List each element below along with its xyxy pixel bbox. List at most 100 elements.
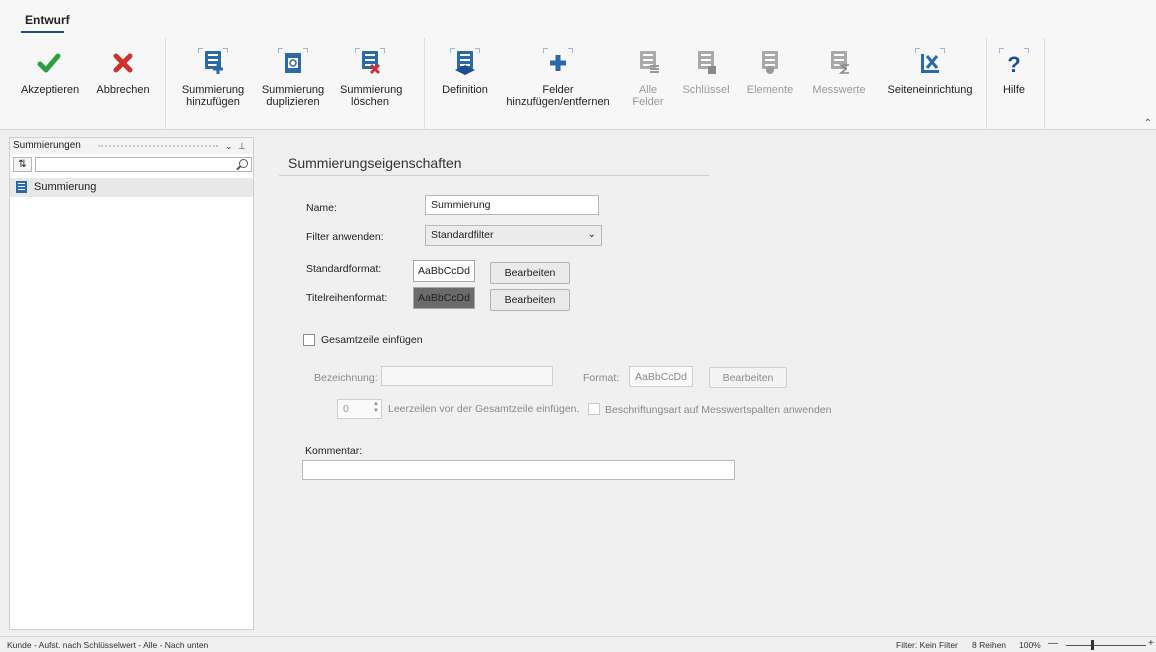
summaries-panel: Summierungen ⌄ ⊥ ⇅ Summierung xyxy=(9,137,254,630)
red-x-icon xyxy=(108,48,138,78)
accept-label: Akzeptieren xyxy=(21,84,80,96)
summary-icon xyxy=(16,181,27,193)
section-divider xyxy=(279,175,709,176)
key-label: Schlüssel xyxy=(682,84,730,96)
zoom-slider[interactable] xyxy=(1066,645,1146,646)
name-value: Summierung xyxy=(431,199,491,211)
name-field[interactable]: Summierung xyxy=(425,195,599,215)
filter-select[interactable]: Standardfilter ⌄ xyxy=(425,225,602,246)
edit-total-format-button[interactable]: Bearbeiten xyxy=(709,367,787,388)
panel-grip[interactable] xyxy=(98,145,218,148)
zoom-in-button[interactable]: + xyxy=(1148,638,1154,649)
key-icon xyxy=(691,48,721,78)
cancel-button[interactable]: Abbrechen xyxy=(95,48,151,96)
title-format-preview: AaBbCcDd xyxy=(413,287,475,309)
all-fields-label-2: Felder xyxy=(632,96,664,108)
add-summary-label-2: hinzufügen xyxy=(186,96,240,108)
elements-label: Elemente xyxy=(746,84,794,96)
key-button[interactable]: Schlüssel xyxy=(680,48,732,96)
status-row-count: 8 Reihen xyxy=(972,640,1007,650)
standard-format-preview: AaBbCcDd xyxy=(413,260,475,282)
blank-rows-value: 0 xyxy=(343,403,349,415)
sort-button[interactable]: ⇅ xyxy=(13,157,32,172)
page-setup-button[interactable]: Seiteneinrichtung xyxy=(880,48,980,96)
plus-icon xyxy=(543,48,573,78)
help-button[interactable]: ? Hilfe xyxy=(996,48,1032,96)
panel-header: Summierungen ⌄ ⊥ xyxy=(10,138,253,154)
edit-standard-format-button[interactable]: Bearbeiten xyxy=(490,262,570,284)
label-type-checkbox[interactable] xyxy=(588,403,600,415)
zoom-slider-thumb[interactable] xyxy=(1091,640,1094,650)
list-item-label: Summierung xyxy=(34,181,97,193)
panel-search-input[interactable] xyxy=(35,157,252,172)
duplicate-summary-button[interactable]: Summierung duplizieren xyxy=(260,48,326,108)
search-icon[interactable] xyxy=(239,159,248,168)
add-summary-button[interactable]: Summierung hinzufügen xyxy=(180,48,246,108)
status-bar: Kunde - Aufst. nach Schlüsselwert - Alle… xyxy=(0,636,1156,652)
help-label: Hilfe xyxy=(1002,84,1025,96)
elements-icon xyxy=(755,48,785,78)
svg-text:?: ? xyxy=(1007,52,1020,77)
label-type-label: Beschriftungsart auf Messwertspalten anw… xyxy=(605,404,832,416)
comment-label: Kommentar: xyxy=(305,445,363,457)
measures-label: Messwerte xyxy=(812,84,866,96)
comment-field[interactable] xyxy=(302,460,735,480)
all-fields-label-1: Alle xyxy=(638,84,658,96)
delete-summary-label-2: löschen xyxy=(351,96,389,108)
fields-label-2: hinzufügen/entfernen xyxy=(506,96,610,108)
accept-button[interactable]: Akzeptieren xyxy=(21,48,80,96)
pin-icon[interactable]: ⊥ xyxy=(238,138,246,154)
fields-add-remove-button[interactable]: Felder hinzufügen/entfernen xyxy=(504,48,612,108)
ribbon-separator xyxy=(424,38,425,130)
add-summary-icon xyxy=(198,48,228,78)
sigma-icon xyxy=(824,48,854,78)
blank-rows-label: Leerzeilen vor der Gesamtzeile einfügen. xyxy=(388,403,580,415)
definition-button[interactable]: Definition xyxy=(437,48,493,96)
ribbon: Entwurf Akzeptieren Abbrechen Summierung… xyxy=(0,0,1156,130)
designation-field[interactable] xyxy=(381,366,553,386)
chevron-down-icon: ⌄ xyxy=(587,229,596,240)
total-format-preview: AaBbCcDd xyxy=(629,366,693,387)
duplicate-summary-icon xyxy=(278,48,308,78)
filter-value: Standardfilter xyxy=(431,229,494,241)
measures-button[interactable]: Messwerte xyxy=(810,48,868,96)
blank-rows-stepper[interactable]: 0 ▲ ▼ xyxy=(337,399,382,419)
designation-label: Bezeichnung: xyxy=(314,372,378,384)
checkmark-icon xyxy=(34,48,64,78)
ribbon-separator xyxy=(165,38,166,130)
standard-format-label: Standardformat: xyxy=(306,263,382,275)
delete-summary-icon xyxy=(355,48,385,78)
page-setup-label: Seiteneinrichtung xyxy=(887,84,973,96)
ribbon-separator xyxy=(986,38,987,130)
zoom-out-button[interactable]: — xyxy=(1048,638,1058,649)
ribbon-collapse-icon[interactable]: ⌃ xyxy=(1144,118,1152,129)
add-summary-label-1: Summierung xyxy=(181,84,245,96)
fields-label-1: Felder xyxy=(542,84,574,96)
edit-title-format-button[interactable]: Bearbeiten xyxy=(490,289,570,311)
total-row-label: Gesamtzeile einfügen xyxy=(321,334,423,346)
status-left-text: Kunde - Aufst. nach Schlüsselwert - Alle… xyxy=(7,640,209,650)
list-item[interactable]: Summierung xyxy=(10,178,253,197)
help-question-icon: ? xyxy=(999,48,1029,78)
definition-label: Definition xyxy=(442,84,488,96)
duplicate-summary-label-2: duplizieren xyxy=(266,96,320,108)
definition-icon xyxy=(450,48,480,78)
status-filter: Filter: Kein Filter xyxy=(896,640,958,650)
delete-summary-label-1: Summierung xyxy=(340,84,403,96)
panel-dropdown-icon[interactable]: ⌄ xyxy=(225,138,233,154)
elements-button[interactable]: Elemente xyxy=(742,48,798,96)
cancel-label: Abbrechen xyxy=(96,84,150,96)
name-label: Name: xyxy=(306,202,337,214)
zoom-level: 100% xyxy=(1019,640,1041,650)
all-fields-button[interactable]: Alle Felder xyxy=(626,48,670,108)
ribbon-separator xyxy=(1044,38,1045,130)
tab-entwurf[interactable]: Entwurf xyxy=(25,13,70,27)
delete-summary-button[interactable]: Summierung löschen xyxy=(340,48,403,108)
page-setup-icon xyxy=(915,48,945,78)
stepper-arrows-icon[interactable]: ▲ ▼ xyxy=(373,401,379,415)
filter-label: Filter anwenden: xyxy=(306,231,384,243)
total-row-checkbox[interactable] xyxy=(303,334,315,346)
title-format-label: Titelreihenformat: xyxy=(306,292,388,304)
section-title: Summierungseigenschaften xyxy=(288,155,462,171)
all-fields-icon xyxy=(633,48,663,78)
